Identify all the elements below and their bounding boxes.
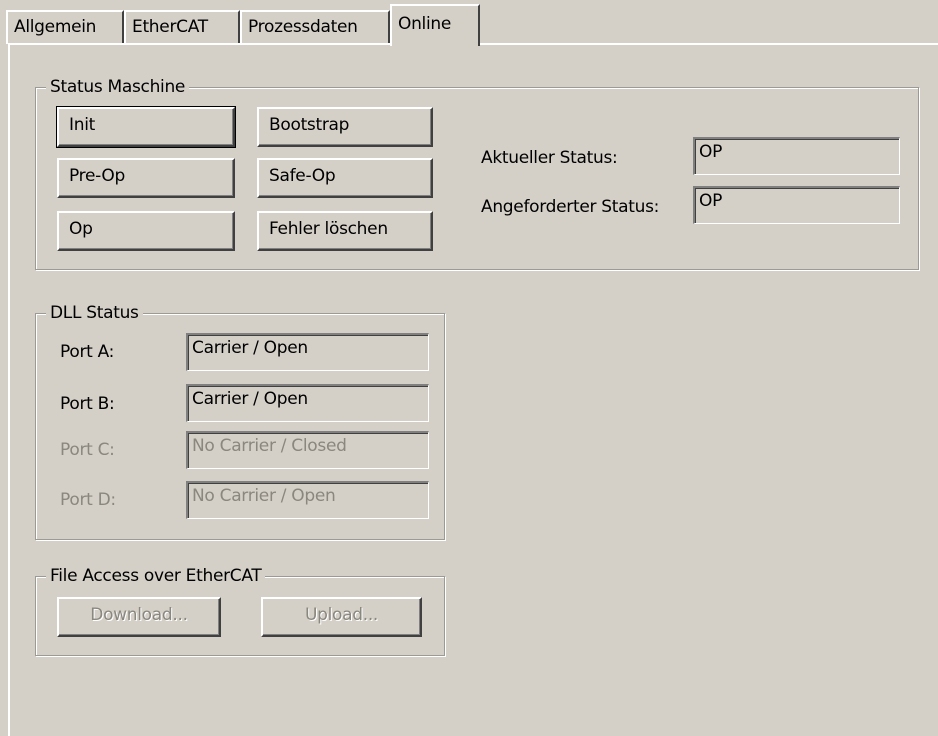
port-a-field: Carrier / Open bbox=[186, 333, 429, 371]
port-d-field: No Carrier / Open bbox=[186, 481, 429, 519]
port-c-field: No Carrier / Closed bbox=[186, 431, 429, 469]
safe-op-button[interactable]: Safe-Op bbox=[257, 158, 433, 198]
dll-status-title: DLL Status bbox=[46, 302, 143, 324]
port-b-field: Carrier / Open bbox=[186, 384, 429, 422]
op-button[interactable]: Op bbox=[57, 211, 235, 251]
clear-errors-button[interactable]: Fehler löschen bbox=[257, 211, 433, 251]
port-b-label: Port B: bbox=[60, 394, 115, 414]
port-a-label: Port A: bbox=[60, 342, 115, 362]
init-button[interactable]: Init bbox=[56, 106, 236, 148]
current-status-label: Aktueller Status: bbox=[481, 148, 618, 168]
download-button[interactable]: Download... bbox=[57, 597, 221, 637]
requested-status-label: Angeforderter Status: bbox=[481, 197, 660, 217]
port-c-label: Port C: bbox=[60, 440, 115, 460]
tab-prozessdaten[interactable]: Prozessdaten bbox=[240, 10, 390, 44]
file-access-title: File Access over EtherCAT bbox=[46, 565, 266, 587]
bootstrap-button[interactable]: Bootstrap bbox=[257, 107, 433, 147]
tab-online[interactable]: Online bbox=[390, 4, 480, 46]
tab-allgemein[interactable]: Allgemein bbox=[6, 10, 124, 44]
upload-button[interactable]: Upload... bbox=[261, 597, 422, 637]
status-machine-title: Status Maschine bbox=[46, 76, 190, 98]
current-status-field: OP bbox=[693, 137, 900, 175]
pre-op-button[interactable]: Pre-Op bbox=[57, 158, 235, 198]
tab-ethercat[interactable]: EtherCAT bbox=[124, 10, 240, 44]
port-d-label: Port D: bbox=[60, 490, 116, 510]
requested-status-field: OP bbox=[693, 186, 900, 224]
